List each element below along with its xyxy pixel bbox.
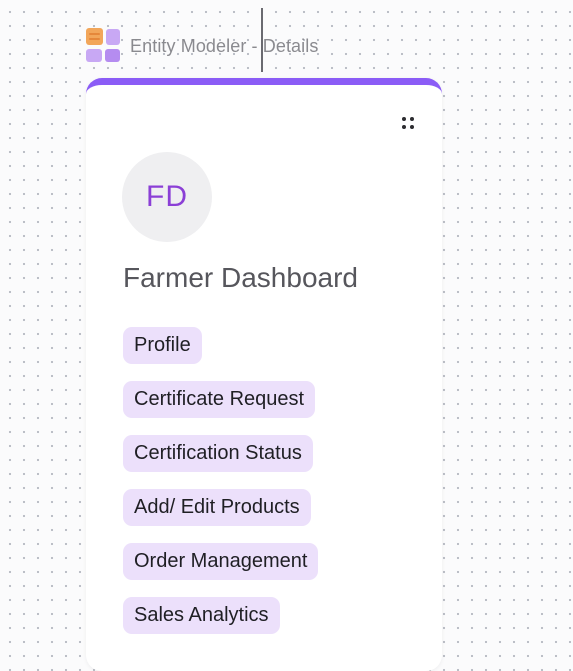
frame-header[interactable]: Entity Modeler - Details	[86, 28, 318, 64]
tag-certificate-request[interactable]: Certificate Request	[123, 381, 316, 418]
frame-title: Entity Modeler - Details	[130, 35, 319, 56]
tag-certification-status[interactable]: Certification Status	[123, 435, 313, 472]
grid-square-lavender	[86, 49, 102, 62]
grid-square-orange	[86, 28, 103, 45]
card-title: Farmer Dashboard	[123, 262, 358, 293]
grid-square-purple	[105, 49, 120, 62]
entity-modeler-grid-icon	[86, 28, 122, 64]
tag-add-edit-products[interactable]: Add/ Edit Products	[123, 489, 311, 526]
tag-profile[interactable]: Profile	[123, 327, 202, 364]
entity-card[interactable]: FD Farmer Dashboard Profile Certificate …	[86, 78, 442, 671]
tag-list: Profile Certificate Request Certificatio…	[123, 327, 319, 634]
avatar-initials: FD	[146, 180, 188, 213]
tag-order-management[interactable]: Order Management	[123, 543, 319, 580]
tag-sales-analytics[interactable]: Sales Analytics	[123, 597, 280, 634]
drag-handle-icon[interactable]	[402, 117, 416, 131]
canvas[interactable]: Entity Modeler - Details FD Farmer Dashb…	[0, 0, 573, 671]
avatar: FD	[122, 152, 212, 242]
grid-square-lavender	[106, 29, 120, 45]
text-cursor-icon	[261, 8, 263, 72]
